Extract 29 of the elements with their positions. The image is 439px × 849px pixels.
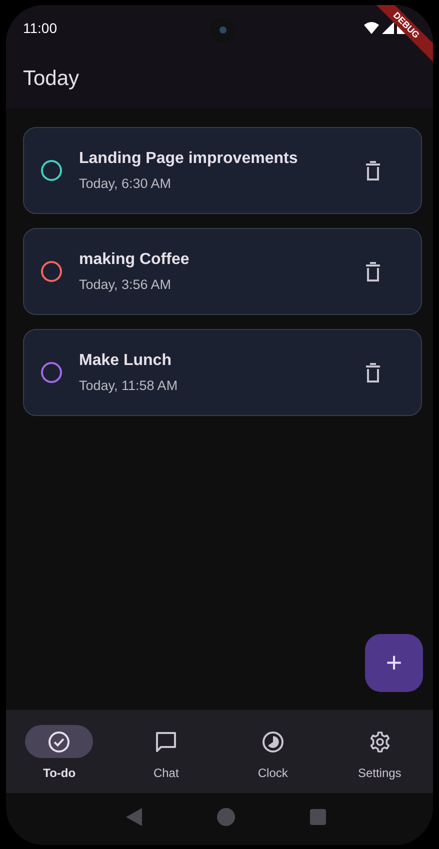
nav-tab[interactable]: To-do xyxy=(6,710,113,793)
signal-icon xyxy=(382,22,394,34)
chat-icon xyxy=(155,730,178,752)
check-circle-icon xyxy=(48,730,70,752)
todo-card[interactable]: making Coffee Today, 3:56 AM xyxy=(23,228,422,315)
todo-time: Today, 6:30 AM xyxy=(79,176,172,191)
wifi-icon xyxy=(364,22,379,34)
status-time: 11:00 xyxy=(23,20,57,36)
delete-icon[interactable] xyxy=(365,262,381,282)
nav-tab[interactable]: Chat xyxy=(112,710,220,793)
todo-checkbox[interactable] xyxy=(41,261,62,282)
todo-card[interactable]: Make Lunch Today, 11:58 AM xyxy=(23,329,422,416)
todo-checkbox[interactable] xyxy=(41,160,62,181)
todo-checkbox[interactable] xyxy=(41,362,62,383)
settings-icon xyxy=(368,730,391,752)
camera-icon xyxy=(210,17,236,43)
page-title: Today xyxy=(23,67,80,91)
todo-time: Today, 3:56 AM xyxy=(79,277,172,292)
nav-tab[interactable]: Settings xyxy=(326,710,433,793)
clock-icon xyxy=(262,730,284,752)
delete-icon[interactable] xyxy=(365,362,381,382)
nav-tab[interactable]: Clock xyxy=(220,710,326,793)
todo-title: Make Lunch xyxy=(79,352,172,370)
delete-icon[interactable] xyxy=(365,160,381,180)
todo-card[interactable]: Landing Page improvements Today, 6:30 AM xyxy=(23,127,422,214)
todo-title: making Coffee xyxy=(79,251,190,269)
add-button[interactable]: + xyxy=(365,634,423,692)
todo-title: Landing Page improvements xyxy=(79,150,299,168)
todo-time: Today, 11:58 AM xyxy=(79,378,179,393)
